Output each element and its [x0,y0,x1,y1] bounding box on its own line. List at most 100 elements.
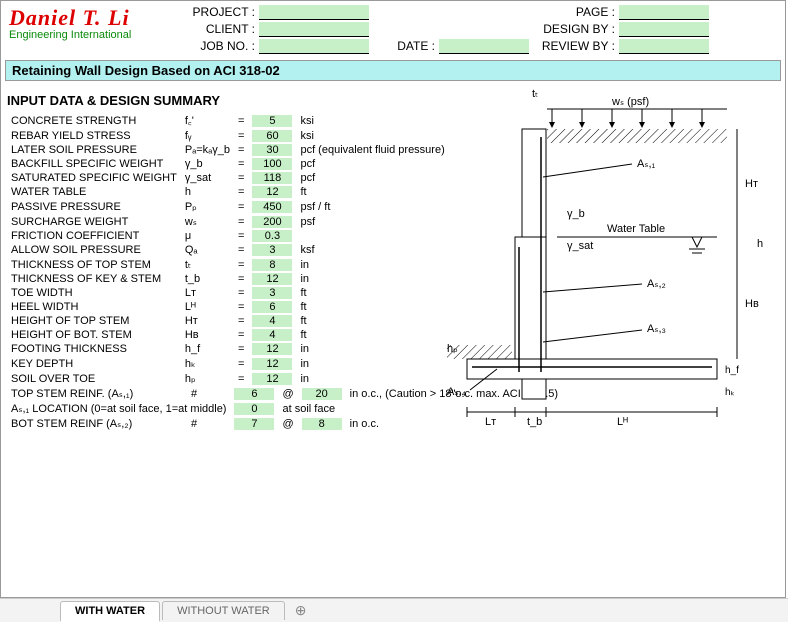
param-value[interactable]: 200 [248,214,296,229]
hk-label: hₖ [725,387,735,398]
date-field[interactable] [439,39,529,54]
jobno-field[interactable] [259,39,369,54]
param-label: SOIL OVER TOE [7,371,181,386]
at-symbol: @ [278,416,297,431]
param-symbol: Hʙ [181,328,234,342]
param-value[interactable]: 12 [248,356,296,371]
param-label: KEY DEPTH [7,356,181,371]
param-value[interactable]: 30 [248,143,296,157]
design-field[interactable] [619,22,709,37]
doc-title: Retaining Wall Design Based on ACI 318-0… [5,60,781,81]
logo: Daniel T. Li Engineering International [9,5,179,41]
param-label: HEIGHT OF BOT. STEM [7,328,181,342]
param-label: THICKNESS OF TOP STEM [7,257,181,272]
equals-sign: = [234,300,248,314]
tab-with-water[interactable]: WITH WATER [60,601,160,622]
param-unit: pcf (equivalent fluid pressure) [296,143,448,157]
as3-label: Aₛ,₃ [647,323,666,335]
param-label: ALLOW SOIL PRESSURE [7,243,181,257]
param-label: FRICTION COEFFICIENT [7,229,181,243]
param-value[interactable]: 118 [248,171,296,185]
param-value[interactable]: 100 [248,157,296,171]
input-row: LATER SOIL PRESSUREPₐ=kₐγ_b=30pcf (equiv… [7,143,449,157]
equals-sign: = [234,157,248,171]
header-block: Daniel T. Li Engineering International P… [1,1,785,56]
as1-label: Aₛ,₁ [637,158,655,170]
logo-subtitle: Engineering International [9,29,179,41]
spreadsheet-page: Daniel T. Li Engineering International P… [0,0,786,598]
equals-sign: = [234,243,248,257]
input-column: INPUT DATA & DESIGN SUMMARY CONCRETE STR… [7,87,437,447]
review-label: REVIEW BY : [529,39,619,54]
param-label: FOOTING THICKNESS [7,342,181,356]
equals-sign: = [234,286,248,300]
param-value[interactable]: 6 [248,300,296,314]
hash-symbol: # [187,386,230,401]
param-value[interactable]: 12 [248,342,296,356]
input-row: THICKNESS OF KEY & STEMt_b=12in [7,272,449,286]
param-symbol: Lᴴ [181,300,234,314]
design-label: DESIGN BY : [529,22,619,37]
reinf2-spacing[interactable]: 8 [298,416,346,431]
input-row: FOOTING THICKNESSh_f=12in [7,342,449,356]
reinf1-barsize[interactable]: 6 [230,386,278,401]
lt-label: Lᴛ [485,416,496,428]
param-symbol: fᵧ [181,129,234,143]
tab-without-water[interactable]: WITHOUT WATER [162,601,285,620]
equals-sign: = [234,112,248,129]
hp-label: hₚ [447,343,458,355]
equals-sign: = [234,356,248,371]
param-symbol: Pₚ [181,199,234,214]
client-field[interactable] [259,22,369,37]
param-value[interactable]: 450 [248,199,296,214]
param-value[interactable]: 4 [248,328,296,342]
param-unit: psf [296,214,448,229]
lh-label: Lᴴ [617,416,628,428]
input-row: HEIGHT OF TOP STEMHᴛ=4ft [7,314,449,328]
at-symbol: @ [278,386,297,401]
hf-label: h_f [725,365,739,376]
param-label: HEIGHT OF TOP STEM [7,314,181,328]
reinf2-barsize[interactable]: 7 [230,416,278,431]
param-value[interactable]: 12 [248,272,296,286]
equals-sign: = [234,199,248,214]
param-symbol: γ_b [181,157,234,171]
param-symbol: tₜ [181,257,234,272]
equals-sign: = [234,342,248,356]
reinf1-label: TOP STEM REINF. (Aₛ,₁) [7,386,187,401]
equals-sign: = [234,371,248,386]
reinf1-spacing[interactable]: 20 [298,386,346,401]
add-sheet-button[interactable]: ⊕ [287,602,315,619]
review-field[interactable] [619,39,709,54]
section-heading: INPUT DATA & DESIGN SUMMARY [7,93,437,108]
equals-sign: = [234,185,248,199]
input-row: WATER TABLEh=12ft [7,185,449,199]
equals-sign: = [234,314,248,328]
param-value[interactable]: 3 [248,243,296,257]
param-unit: in [296,356,448,371]
param-value[interactable]: 0.3 [248,229,296,243]
param-value[interactable]: 4 [248,314,296,328]
param-value[interactable]: 3 [248,286,296,300]
input-row: FRICTION COEFFICIENTμ=0.3 [7,229,449,243]
param-value[interactable]: 5 [248,112,296,129]
param-symbol: hₖ [181,356,234,371]
reinf2-label: BOT STEM REINF (Aₛ,₂) [7,416,187,431]
param-value[interactable]: 60 [248,129,296,143]
param-value[interactable]: 12 [248,185,296,199]
input-row: CONCRETE STRENGTHf꜀'=5ksi [7,112,449,129]
param-symbol: t_b [181,272,234,286]
param-unit: ft [296,286,448,300]
param-symbol: f꜀' [181,112,234,129]
reinf-loc-value[interactable]: 0 [230,401,278,416]
sheet-tabs: WITH WATER WITHOUT WATER ⊕ [0,598,788,622]
project-field[interactable] [259,5,369,20]
param-unit: psf / ft [296,199,448,214]
input-row: REBAR YIELD STRESSfᵧ=60ksi [7,129,449,143]
param-value[interactable]: 12 [248,371,296,386]
page-field[interactable] [619,5,709,20]
param-unit: ft [296,314,448,328]
param-label: PASSIVE PRESSURE [7,199,181,214]
param-value[interactable]: 8 [248,257,296,272]
param-symbol: h [181,185,234,199]
